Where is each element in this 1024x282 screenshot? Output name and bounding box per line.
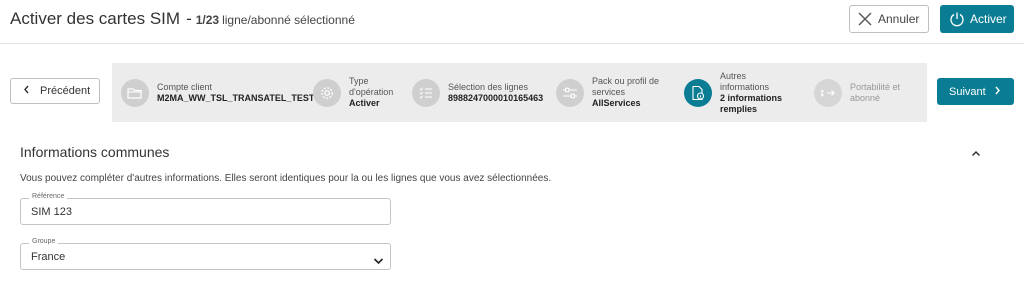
selection-text: ligne/abonné sélectionné [222,13,355,27]
activate-button[interactable]: Activer [940,5,1014,33]
power-icon [950,12,964,27]
step-label-line-2: services [592,87,626,97]
selection-count: 1/23 [195,13,220,27]
step-value: 8988247000010165463 [448,92,544,103]
section-title: Informations communes [20,144,170,160]
step-label-line-1: Pack ou profil de [592,76,660,86]
chevron-up-icon[interactable] [969,146,983,160]
reference-field-label: Référence [29,193,68,200]
step-label-line-1: Portabilité et [850,81,901,92]
step-autres-informations[interactable]: Autres informations 2 informations rempl… [684,63,782,122]
page-title: Activer des cartes SIM -1/23 ligne/abonné … [10,9,355,29]
step-pack-services[interactable]: Pack ou profil de services AllServices [556,63,659,122]
step-value: M2MA_WW_TSL_TRANSATEL_TEST [157,92,315,103]
document-info-icon [684,78,712,107]
step-label-line-2: informations [720,81,770,92]
step-label-line-1: Type [349,76,369,86]
stepper: Compte client M2MA_WW_TSL_TRANSATEL_TEST… [112,63,927,122]
previous-button-label: Précédent [40,85,91,97]
chevron-down-icon[interactable] [373,252,384,270]
step-label: Sélection des lignes [448,81,529,92]
step-type-operation[interactable]: Type d'opération Activer [313,63,393,122]
sliders-icon [556,78,584,107]
previous-button[interactable]: Précédent [10,78,100,104]
reference-input[interactable] [31,206,361,218]
next-button[interactable]: Suivant [937,78,1014,105]
group-field-label: Groupe [29,238,59,245]
step-label-line-2: abonné [850,92,881,103]
page-title-text: Activer des cartes SIM [10,9,181,28]
next-button-label: Suivant [949,85,986,98]
gear-icon [313,78,341,107]
step-compte-client[interactable]: Compte client M2MA_WW_TSL_TRANSATEL_TEST [121,63,314,122]
title-separator: - [186,9,192,28]
step-selection-lignes[interactable]: Sélection des lignes 8988247000010165463 [412,63,543,122]
group-field[interactable]: Groupe France [20,238,391,270]
close-icon [858,12,872,26]
chevron-left-icon [23,85,30,97]
activate-button-label: Activer [970,12,1007,26]
port-arrow-icon [814,78,842,107]
reference-field: Référence [20,193,391,225]
step-value-line-1: 2 informations [720,92,783,103]
list-check-icon [412,78,440,107]
step-label: Compte client [157,81,213,92]
header-bar: Activer des cartes SIM -1/23 ligne/abonné … [0,0,1024,44]
folder-icon [121,78,149,107]
chevron-right-icon [994,86,1001,98]
step-portabilite-abonne[interactable]: Portabilité et abonné [814,63,900,122]
cancel-button[interactable]: Annuler [849,5,929,33]
group-select-value[interactable]: France [31,251,361,263]
step-value: AllServices [592,98,641,108]
step-label-line-2: d'opération [349,87,394,97]
step-label-line-1: Autres [720,70,747,81]
step-value-line-2: remplies [720,103,758,114]
step-value: Activer [349,98,380,108]
section-description: Vous pouvez compléter d'autres informati… [20,173,552,184]
cancel-button-label: Annuler [878,12,920,26]
